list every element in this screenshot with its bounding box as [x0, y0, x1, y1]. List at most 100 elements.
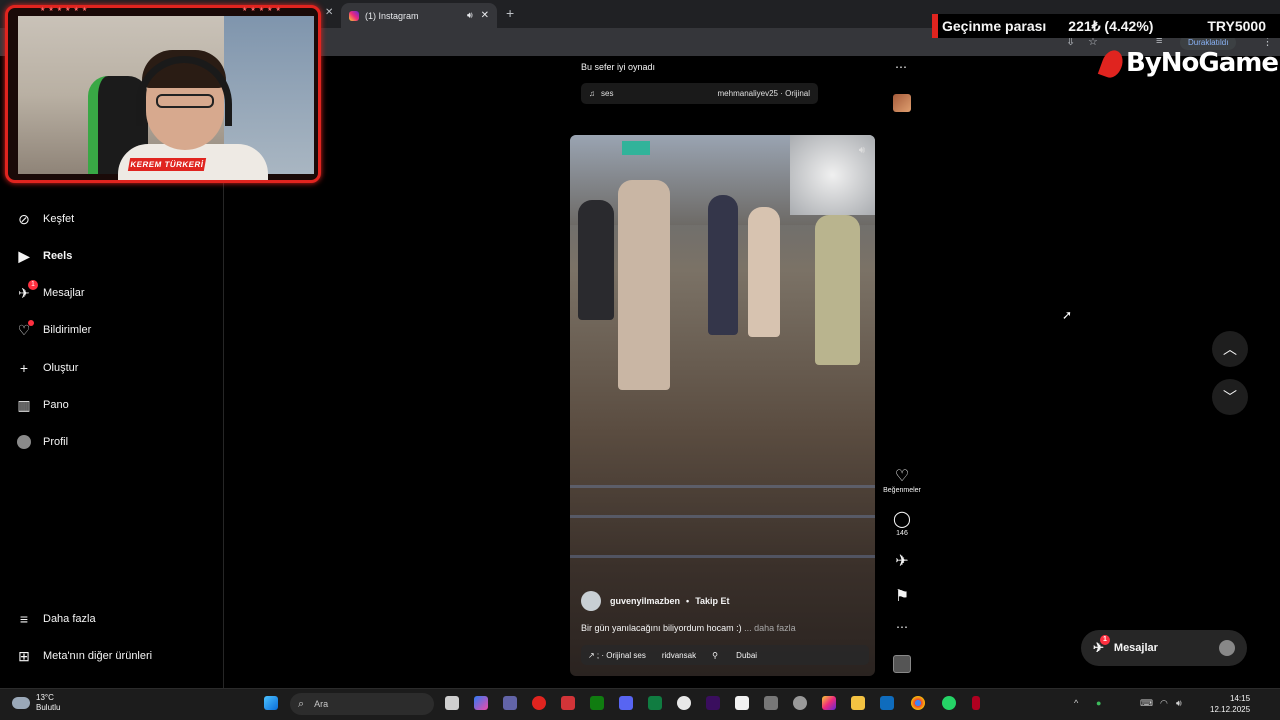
speaker-icon[interactable]: 🔊︎	[467, 10, 473, 21]
sidebar-item-profile[interactable]: Profil	[0, 430, 220, 454]
logo-mark-icon	[1097, 46, 1127, 81]
teams-icon[interactable]	[503, 696, 517, 710]
video-frame-person	[618, 180, 670, 390]
bynogame-logo: ByNoGame	[1097, 46, 1279, 81]
more-options-icon[interactable]: ⋯	[895, 60, 907, 74]
premiere-icon[interactable]	[706, 696, 720, 710]
notification-dot	[28, 320, 34, 326]
chevron-up-icon[interactable]: ^	[1074, 698, 1078, 708]
likes-label: Beğenmeler	[883, 487, 921, 494]
comments-count: 146	[896, 530, 908, 537]
wifi-icon[interactable]: ◠	[1160, 698, 1168, 709]
caption-text: Bir gün yanılacağını biliyordum hocam :)	[581, 623, 742, 633]
sidebar-item-dashboard[interactable]: ▥ Pano	[0, 393, 220, 417]
app-icon[interactable]	[793, 696, 807, 710]
copilot-icon[interactable]	[474, 696, 488, 710]
save-button[interactable]: ⚑	[882, 586, 922, 606]
windows-taskbar	[0, 688, 1280, 720]
avatar	[1219, 640, 1235, 656]
sidebar-item-label: Reels	[43, 250, 73, 262]
temperature: 13°C	[36, 693, 54, 702]
windows-start-icon[interactable]	[264, 696, 278, 710]
outlook-icon[interactable]	[880, 696, 894, 710]
heart-icon: ♡	[894, 468, 910, 485]
sidebar-item-meta-products[interactable]: ⊞ Meta'nın diğer ürünleri	[0, 644, 220, 668]
hamburger-icon: ≡	[19, 611, 29, 627]
chrome-icon[interactable]	[911, 696, 925, 710]
task-view-icon[interactable]	[445, 696, 459, 710]
sidebar-item-reels[interactable]: ▶ Reels	[0, 244, 220, 268]
audio-label: ses	[601, 89, 614, 98]
caption-more-link[interactable]: ... daha fazla	[744, 623, 796, 633]
decorative-stars: ★★★★★	[242, 7, 284, 13]
audio-source: mehmanaliyev25 · Orijinal	[717, 89, 810, 98]
sidebar-item-label: Mesajlar	[43, 287, 85, 299]
file-icon[interactable]	[735, 696, 749, 710]
close-tab-icon[interactable]: ✕	[325, 7, 333, 18]
audio-chip[interactable]: ↗ ; · Orijinal ses	[588, 651, 646, 660]
instagram-icon[interactable]	[822, 696, 836, 710]
next-reel-button[interactable]: ﹀	[1212, 379, 1248, 415]
whatsapp-icon[interactable]	[942, 696, 956, 710]
avatar-icon	[16, 434, 32, 450]
share-button[interactable]: ✈︎	[882, 551, 922, 571]
location-chip[interactable]: ⚲ Dubai	[712, 651, 773, 660]
app-icon[interactable]	[561, 696, 575, 710]
instagram-sidebar: ⊘ Keşfet ▶ Reels ✈︎ 1 Mesajlar ♡ Bildirim…	[0, 183, 224, 688]
messages-label: Mesajlar	[1113, 642, 1158, 654]
settings-icon[interactable]	[764, 696, 778, 710]
xbox-icon[interactable]	[590, 696, 604, 710]
keyboard-icon[interactable]: ⌨	[1140, 698, 1153, 709]
reel-audio-bar: ↗ ; · Orijinal ses ridvansak ⚲ Dubai	[581, 645, 869, 665]
author-username[interactable]: guvenyilmazben	[610, 596, 680, 606]
unread-badge: 1	[1099, 635, 1110, 645]
close-tab-icon[interactable]: ✕	[481, 10, 489, 21]
volume-icon[interactable]: 🔊︎	[1176, 698, 1182, 709]
weather-widget[interactable]: 13°C Bulutlu	[12, 693, 60, 713]
ticker-value: 221₺ (4.42%)	[1068, 17, 1154, 34]
previous-post-caption: Bu sefer iyi oynadı	[581, 62, 656, 72]
reel-video[interactable]: 🔊︎ guvenyilmazben • Takip Et Bir gün yan…	[570, 135, 875, 676]
volume-icon[interactable]: 🔊︎	[859, 145, 865, 156]
sidebar-item-explore[interactable]: ⊘ Keşfet	[0, 207, 220, 231]
sidebar-item-notifications[interactable]: ♡ Bildirimler	[0, 318, 220, 342]
like-button[interactable]: ♡ Beğenmeler	[882, 466, 922, 494]
more-options-icon: ⋯	[896, 620, 908, 634]
author-avatar[interactable]	[581, 591, 601, 611]
search-placeholder: Ara	[314, 699, 329, 709]
previous-post-audio-bar[interactable]: ♫ ses mehmanaliyev25 · Orijinal	[581, 83, 818, 104]
more-options-button[interactable]: ⋯	[882, 620, 922, 634]
plus-icon: +	[19, 360, 29, 376]
app-icon[interactable]	[532, 696, 546, 710]
tab-instagram[interactable]: (1) Instagram 🔊︎ ✕	[341, 3, 497, 28]
follow-button[interactable]: Takip Et	[695, 596, 729, 606]
shield-icon[interactable]: ●	[1096, 698, 1101, 708]
sidebar-item-messages[interactable]: ✈︎ 1 Mesajlar	[0, 280, 220, 305]
folder-icon[interactable]	[851, 696, 865, 710]
search-icon: ⌕	[298, 697, 305, 710]
messages-popup-button[interactable]: ✈︎ 1 Mesajlar	[1081, 630, 1247, 666]
location-pin-icon: ⚲	[712, 650, 721, 660]
comment-button[interactable]: ◯ 146	[882, 509, 922, 537]
bookmark-icon: ⚑	[894, 588, 910, 605]
dashboard-icon: ▥	[17, 396, 31, 413]
sidebar-item-more[interactable]: ≡ Daha fazla	[0, 607, 220, 631]
sidebar-item-label: Keşfet	[43, 213, 75, 225]
app-icon[interactable]	[972, 696, 980, 710]
app-icon[interactable]	[677, 696, 691, 710]
audio-thumbnail[interactable]	[893, 94, 911, 112]
heart-icon: ♡	[16, 320, 34, 338]
new-tab-button[interactable]: +	[506, 5, 514, 21]
sidebar-item-create[interactable]: + Oluştur	[0, 356, 220, 380]
discord-icon[interactable]	[619, 696, 633, 710]
taskbar-clock[interactable]: 14:15 12.12.2025	[1210, 693, 1250, 715]
video-frame-floor	[570, 515, 875, 518]
music-note-icon: ♫	[589, 89, 595, 98]
excel-icon[interactable]	[648, 696, 662, 710]
taskbar-search[interactable]: ⌕ Ara	[290, 693, 434, 715]
tagged-user-chip[interactable]: ridvansak	[662, 651, 696, 660]
previous-reel-button[interactable]: ︿	[1212, 331, 1248, 367]
audio-thumbnail[interactable]	[893, 655, 911, 673]
chevron-up-icon: ︿	[1223, 341, 1237, 357]
video-frame-person	[815, 215, 860, 365]
